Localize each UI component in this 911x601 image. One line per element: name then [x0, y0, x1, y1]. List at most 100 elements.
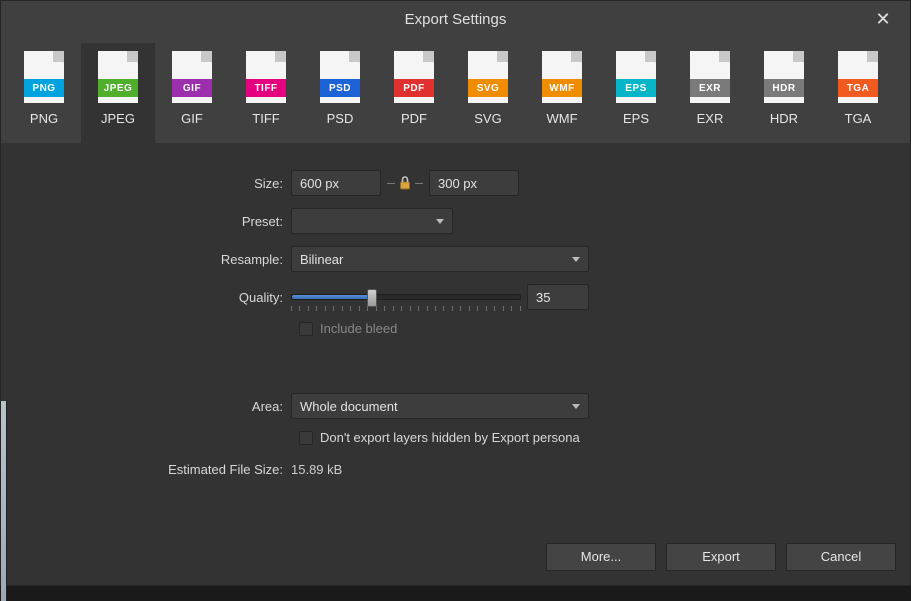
- format-item-pdf[interactable]: PDF PDF: [377, 43, 451, 143]
- file-icon: PDF: [394, 51, 434, 103]
- file-band-text: PSD: [320, 79, 360, 97]
- file-band-text: TGA: [838, 79, 878, 97]
- format-label: TIFF: [252, 111, 279, 126]
- estimated-value: 15.89 kB: [291, 462, 342, 477]
- quality-slider[interactable]: [291, 284, 521, 310]
- resample-row: Resample: Bilinear: [151, 245, 751, 273]
- height-value: 300 px: [438, 176, 477, 191]
- format-label: PNG: [30, 111, 58, 126]
- file-icon: EPS: [616, 51, 656, 103]
- chevron-down-icon: [572, 257, 580, 262]
- estimated-label: Estimated File Size:: [151, 462, 291, 477]
- quality-input[interactable]: 35: [527, 284, 589, 310]
- titlebar: Export Settings ✕: [1, 1, 910, 37]
- dont-export-hidden-label: Don't export layers hidden by Export per…: [320, 430, 580, 445]
- slider-track: [291, 294, 521, 300]
- include-bleed-checkbox[interactable]: [299, 322, 313, 336]
- format-item-tiff[interactable]: TIFF TIFF: [229, 43, 303, 143]
- file-icon: TGA: [838, 51, 878, 103]
- quality-row: Quality: 35: [151, 283, 751, 311]
- preset-label: Preset:: [151, 214, 291, 229]
- file-band-text: HDR: [764, 79, 804, 97]
- slider-ticks: [291, 306, 521, 312]
- file-band-text: GIF: [172, 79, 212, 97]
- format-item-png[interactable]: PNG PNG: [7, 43, 81, 143]
- preview-sliver: [1, 401, 7, 601]
- aspect-lock[interactable]: [387, 174, 423, 192]
- format-strip: PNGPNGJPEGJPEGGIFGIFTIFFTIFFPSDPSDPDFPDF…: [1, 37, 910, 143]
- export-form: Size: 600 px 300 px: [151, 169, 751, 483]
- preset-dropdown[interactable]: [291, 208, 453, 234]
- format-item-jpeg[interactable]: JPEG JPEG: [81, 43, 155, 143]
- dialog-title: Export Settings: [405, 11, 507, 28]
- preset-row: Preset:: [151, 207, 751, 235]
- file-icon: PSD: [320, 51, 360, 103]
- area-dropdown[interactable]: Whole document: [291, 393, 589, 419]
- resample-label: Resample:: [151, 252, 291, 267]
- format-item-svg[interactable]: SVGSVG: [451, 43, 525, 143]
- export-settings-dialog: Export Settings ✕ PNG PNG JPEG JPEG GIF GIF TI…: [0, 0, 911, 586]
- area-row: Area: Whole document: [151, 392, 751, 420]
- format-item-tga[interactable]: TGA TGA: [821, 43, 895, 143]
- export-button[interactable]: Export: [666, 543, 776, 571]
- more-button-label: More...: [581, 549, 621, 564]
- lock-line-right: [415, 183, 423, 184]
- file-band-text: JPEG: [98, 79, 138, 97]
- format-item-wmf[interactable]: WMF WMF: [525, 43, 599, 143]
- file-icon: WMF: [542, 51, 582, 103]
- file-band-text: TIFF: [246, 79, 286, 97]
- format-label: HDR: [770, 111, 798, 126]
- file-icon: PNG: [24, 51, 64, 103]
- size-row: Size: 600 px 300 px: [151, 169, 751, 197]
- format-item-gif[interactable]: GIF GIF: [155, 43, 229, 143]
- close-icon: ✕: [875, 9, 890, 30]
- height-input[interactable]: 300 px: [429, 170, 519, 196]
- format-label: EPS: [623, 111, 649, 126]
- cancel-button[interactable]: Cancel: [786, 543, 896, 571]
- file-band-text: WMF: [542, 79, 582, 97]
- lock-icon: [397, 174, 413, 192]
- resample-dropdown[interactable]: Bilinear: [291, 246, 589, 272]
- width-value: 600 px: [300, 176, 339, 191]
- format-label: PSD: [327, 111, 354, 126]
- include-bleed-row: Include bleed: [299, 321, 751, 336]
- file-icon: HDR: [764, 51, 804, 103]
- dialog-body: Size: 600 px 300 px: [1, 143, 910, 527]
- lock-line-left: [387, 183, 395, 184]
- more-button[interactable]: More...: [546, 543, 656, 571]
- format-label: PDF: [401, 111, 427, 126]
- area-label: Area:: [151, 399, 291, 414]
- format-item-hdr[interactable]: HDR HDR: [747, 43, 821, 143]
- resample-value: Bilinear: [300, 252, 343, 267]
- file-band-text: EXR: [690, 79, 730, 97]
- close-button[interactable]: ✕: [862, 1, 904, 37]
- dialog-footer: More... Export Cancel: [1, 527, 910, 585]
- file-band-text: PDF: [394, 79, 434, 97]
- width-input[interactable]: 600 px: [291, 170, 381, 196]
- format-label: TGA: [845, 111, 872, 126]
- file-icon: SVG: [468, 51, 508, 103]
- slider-fill: [292, 295, 372, 299]
- quality-value: 35: [536, 290, 550, 305]
- format-label: JPEG: [101, 111, 135, 126]
- format-item-exr[interactable]: EXR EXR: [673, 43, 747, 143]
- file-icon: GIF: [172, 51, 212, 103]
- dont-export-hidden-checkbox[interactable]: [299, 431, 313, 445]
- format-item-psd[interactable]: PSD PSD: [303, 43, 377, 143]
- file-icon: JPEG: [98, 51, 138, 103]
- file-band-text: PNG: [24, 79, 64, 97]
- spacer: [151, 346, 751, 392]
- export-button-label: Export: [702, 549, 740, 564]
- format-item-eps[interactable]: EPS EPS: [599, 43, 673, 143]
- file-icon: EXR: [690, 51, 730, 103]
- format-label: EXR: [697, 111, 724, 126]
- chevron-down-icon: [572, 404, 580, 409]
- format-label: WMF: [546, 111, 577, 126]
- area-value: Whole document: [300, 399, 398, 414]
- format-label: GIF: [181, 111, 203, 126]
- include-bleed-label: Include bleed: [320, 321, 397, 336]
- size-label: Size:: [151, 176, 291, 191]
- cancel-button-label: Cancel: [821, 549, 861, 564]
- dont-export-hidden-row: Don't export layers hidden by Export per…: [299, 430, 751, 445]
- slider-thumb[interactable]: [367, 289, 377, 307]
